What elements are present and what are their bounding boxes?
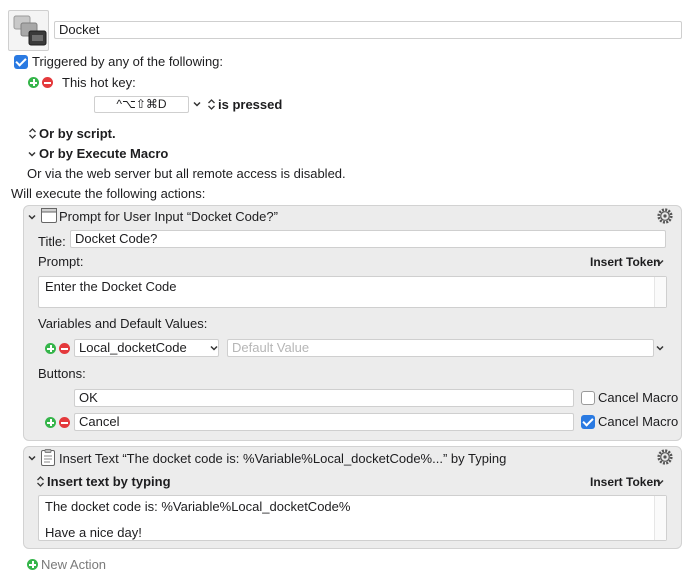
- by-execute-macro-toggle[interactable]: Or by Execute Macro: [26, 146, 176, 162]
- plus-icon: [27, 559, 38, 570]
- new-action-label: New Action: [41, 557, 107, 572]
- variable-name-value: Local_docketCode: [79, 340, 187, 355]
- up-down-arrows-icon: [28, 127, 37, 140]
- remove-trigger-button[interactable]: [42, 77, 53, 88]
- new-action-button[interactable]: New Action: [26, 557, 116, 573]
- chevron-down-icon[interactable]: [655, 343, 665, 353]
- by-script-toggle[interactable]: Or by script.: [26, 126, 146, 142]
- insert-text-line-2: Have a nice day!: [45, 525, 142, 540]
- clipboard-icon: [41, 449, 55, 466]
- actions-header: Will execute the following actions:: [11, 186, 206, 201]
- buttons-label: Buttons:: [38, 366, 86, 381]
- chevron-down-icon[interactable]: [27, 212, 37, 222]
- chevron-down-icon[interactable]: [209, 343, 219, 353]
- chevron-down-icon: [655, 257, 665, 267]
- add-trigger-button[interactable]: [28, 77, 39, 88]
- chevron-down-icon: [27, 149, 37, 159]
- remove-variable-button[interactable]: [59, 343, 70, 354]
- gear-icon[interactable]: [657, 449, 673, 465]
- triggered-checkbox[interactable]: [14, 55, 28, 69]
- variables-label: Variables and Default Values:: [38, 316, 208, 331]
- prompt-label: Prompt:: [38, 254, 84, 269]
- up-down-arrows-icon: [36, 475, 45, 488]
- cancel-macro-checkbox-ok[interactable]: [581, 391, 595, 405]
- add-button-button[interactable]: [45, 417, 56, 428]
- insert-mode-label: Insert text by typing: [47, 474, 171, 489]
- insert-token-dropdown[interactable]: Insert Token: [590, 254, 668, 270]
- chevron-down-icon[interactable]: [27, 453, 37, 463]
- by-script-label: Or by script.: [39, 126, 116, 141]
- add-variable-button[interactable]: [45, 343, 56, 354]
- hotkey-field[interactable]: ^⌥⇧⌘D: [94, 96, 189, 113]
- hotkey-condition-label: is pressed: [218, 97, 283, 112]
- triggered-label: Triggered by any of the following:: [32, 54, 224, 69]
- remove-button-button[interactable]: [59, 417, 70, 428]
- insert-textarea[interactable]: The docket code is: %Variable%Local_dock…: [38, 495, 667, 541]
- web-server-note: Or via the web server but all remote acc…: [27, 166, 346, 181]
- cancel-macro-label-ok: Cancel Macro: [598, 390, 679, 405]
- gear-icon[interactable]: [657, 208, 673, 224]
- chevron-down-icon: [192, 99, 202, 109]
- hotkey-label: This hot key:: [62, 75, 136, 90]
- prompt-scrollbar[interactable]: [654, 277, 666, 307]
- chevron-down-icon: [655, 477, 665, 487]
- insert-mode-dropdown[interactable]: Insert text by typing: [36, 474, 176, 490]
- macro-name-field[interactable]: Docket: [54, 21, 682, 39]
- default-value-field[interactable]: Default Value: [227, 339, 654, 357]
- prompt-action-title: Prompt for User Input “Docket Code?”: [59, 209, 278, 224]
- insert-text-action-panel: Insert Text “The docket code is: %Variab…: [23, 446, 682, 549]
- variable-name-field[interactable]: Local_docketCode: [74, 339, 219, 357]
- button-cancel-field[interactable]: Cancel: [74, 413, 574, 431]
- insert-token-label: Insert Token: [590, 255, 661, 269]
- insert-token-dropdown-2[interactable]: Insert Token: [590, 474, 668, 490]
- window-icon: [41, 208, 57, 223]
- prompt-action-panel: Prompt for User Input “Docket Code?” Tit…: [23, 205, 682, 441]
- insert-text-line-1: The docket code is: %Variable%Local_dock…: [45, 499, 351, 514]
- prompt-text: Enter the Docket Code: [45, 279, 177, 294]
- macro-icon[interactable]: [8, 10, 49, 51]
- cancel-macro-label-cancel: Cancel Macro: [598, 414, 679, 429]
- insert-scrollbar[interactable]: [654, 496, 666, 540]
- up-down-arrows-icon: [207, 98, 216, 111]
- button-ok-field[interactable]: OK: [74, 389, 574, 407]
- hotkey-condition-dropdown[interactable]: is pressed: [192, 97, 282, 113]
- title-field[interactable]: Docket Code?: [70, 230, 666, 248]
- cancel-macro-checkbox-cancel[interactable]: [581, 415, 595, 429]
- prompt-textarea[interactable]: Enter the Docket Code: [38, 276, 667, 308]
- insert-action-title: Insert Text “The docket code is: %Variab…: [59, 451, 507, 466]
- insert-token-label-2: Insert Token: [590, 475, 661, 489]
- by-execute-macro-label: Or by Execute Macro: [39, 146, 169, 161]
- title-label: Title:: [38, 234, 66, 249]
